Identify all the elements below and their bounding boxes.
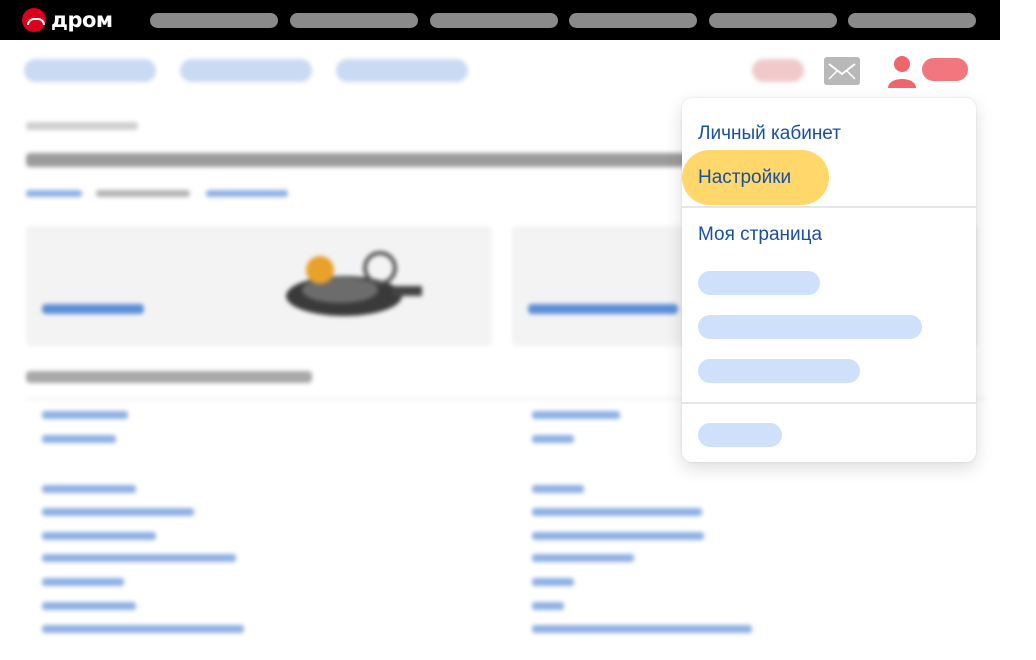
list-link[interactable] — [42, 435, 116, 443]
menu-item-settings[interactable]: Настройки — [698, 167, 791, 189]
list-link[interactable] — [532, 532, 704, 540]
logo-text: дром — [51, 8, 113, 32]
menu-item-placeholder-3[interactable] — [698, 359, 860, 383]
page-title — [26, 153, 686, 167]
user-icon[interactable] — [886, 54, 918, 88]
breadcrumb — [26, 122, 138, 130]
list-link[interactable] — [532, 485, 584, 493]
list-link[interactable] — [532, 602, 564, 610]
sub-link-1[interactable] — [26, 190, 82, 197]
menu-item-logout-placeholder[interactable] — [698, 423, 782, 447]
mail-icon[interactable] — [824, 57, 860, 85]
menu-divider — [682, 402, 976, 404]
list-link[interactable] — [42, 532, 156, 540]
menu-item-placeholder-2[interactable] — [698, 315, 922, 339]
top-navigation-bar: дром — [0, 0, 1000, 40]
nav-item-2[interactable] — [290, 13, 418, 28]
list-link[interactable] — [532, 411, 620, 419]
list-link[interactable] — [532, 578, 574, 586]
list-link[interactable] — [42, 508, 194, 516]
list-link[interactable] — [42, 554, 236, 562]
user-name-pill[interactable] — [922, 58, 968, 81]
user-dropdown-menu: Личный кабинет Настройки Моя страница — [682, 98, 976, 462]
menu-item-personal-cabinet[interactable]: Личный кабинет — [698, 123, 841, 145]
nav-item-6[interactable] — [848, 13, 976, 28]
notification-pill[interactable] — [752, 59, 804, 82]
list-link[interactable] — [532, 554, 634, 562]
header-tab-3[interactable] — [336, 59, 468, 82]
nav-item-4[interactable] — [569, 13, 697, 28]
parts-image-icon — [286, 251, 422, 316]
header-tab-2[interactable] — [180, 59, 312, 82]
nav-item-3[interactable] — [430, 13, 558, 28]
list-link[interactable] — [532, 435, 574, 443]
sub-link-3[interactable] — [206, 190, 288, 197]
list-link[interactable] — [42, 602, 136, 610]
menu-item-placeholder-1[interactable] — [698, 271, 820, 295]
nav-item-5[interactable] — [709, 13, 837, 28]
list-link[interactable] — [42, 625, 244, 633]
list-link[interactable] — [42, 411, 128, 419]
menu-divider — [682, 206, 976, 208]
card-link-tires[interactable] — [528, 304, 678, 314]
site-logo[interactable]: дром — [22, 8, 113, 32]
list-link[interactable] — [532, 625, 752, 633]
list-link[interactable] — [42, 485, 136, 493]
nav-item-1[interactable] — [150, 13, 278, 28]
header-tab-1[interactable] — [24, 59, 156, 82]
section-title — [26, 371, 312, 383]
list-link[interactable] — [532, 508, 702, 516]
card-link-parts[interactable] — [42, 304, 144, 314]
car-logo-icon — [22, 8, 46, 32]
list-link[interactable] — [42, 578, 124, 586]
sub-link-2 — [96, 190, 190, 197]
menu-item-my-page[interactable]: Моя страница — [698, 224, 822, 246]
